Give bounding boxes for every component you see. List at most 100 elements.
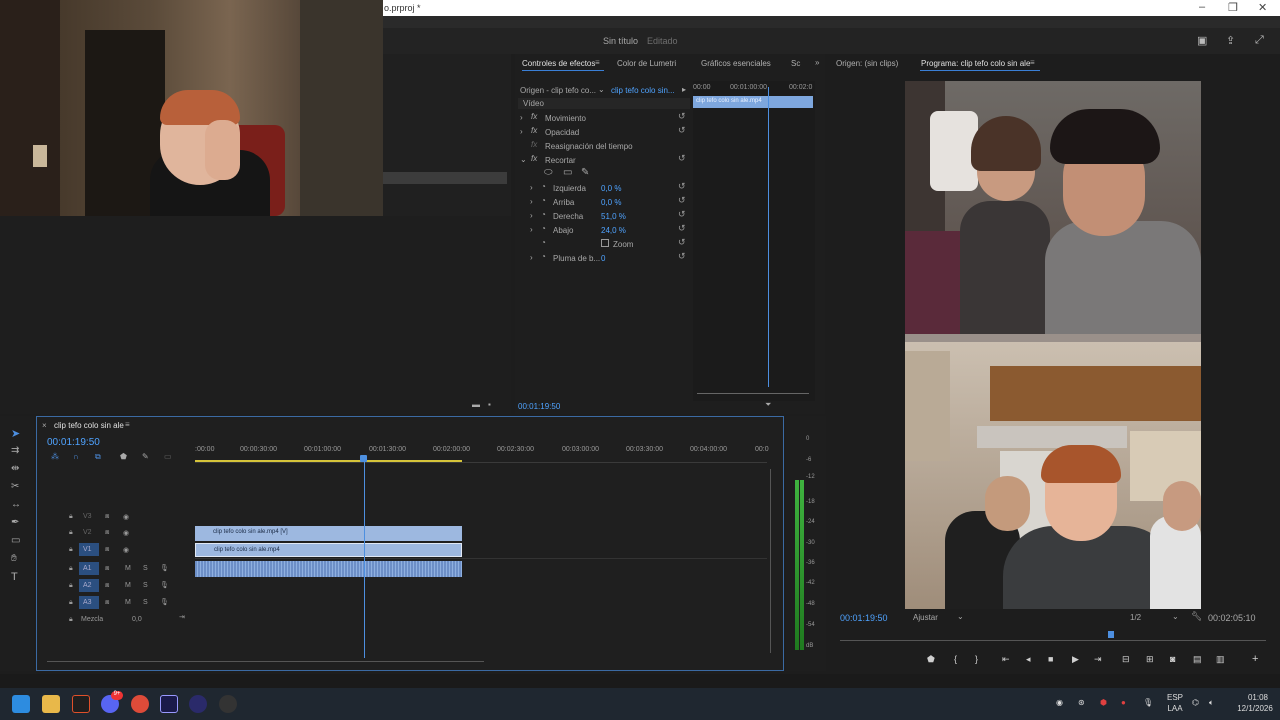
sync-lock-icon[interactable]: ⧈	[105, 546, 109, 554]
crop-right-value[interactable]: 51,0 %	[601, 212, 626, 221]
tray-icon[interactable]: ⬢	[1100, 698, 1107, 707]
effect-time-remap[interactable]: Reasignación del tiempo	[545, 142, 633, 151]
stopwatch-icon[interactable]: ◔	[541, 196, 546, 205]
nest-icon[interactable]: ⁂	[51, 452, 59, 461]
rect-mask-icon[interactable]: ▭	[563, 167, 572, 178]
track-select-icon[interactable]: ⇉	[11, 445, 19, 456]
file-explorer-icon[interactable]	[42, 695, 60, 713]
ripple-edit-icon[interactable]: ⇹	[11, 463, 19, 474]
solo-button[interactable]: S	[143, 599, 148, 606]
track-label-a3[interactable]: A3	[79, 596, 99, 609]
pen-tool-icon[interactable]: ✒	[11, 517, 19, 528]
add-marker-icon[interactable]: ⬟	[927, 654, 935, 665]
captions-icon[interactable]: ▭	[164, 452, 172, 461]
mic-icon[interactable]: 🎙︎	[160, 581, 169, 589]
expand-icon[interactable]: ›	[530, 225, 533, 234]
clip-a1[interactable]	[195, 561, 462, 577]
multicam-icon[interactable]: ▥	[1216, 654, 1225, 665]
mute-button[interactable]: M	[125, 582, 131, 589]
mini-clip[interactable]: clip tefo colo sin ale.mp4	[693, 96, 813, 108]
collapse-icon[interactable]: ⌄	[520, 155, 527, 164]
tab-lumetri[interactable]: Color de Lumetri	[617, 59, 676, 68]
mix-value[interactable]: 0,0	[132, 616, 142, 623]
network-icon[interactable]: ⌬	[1192, 698, 1199, 707]
crop-left-value[interactable]: 0,0 %	[601, 184, 621, 193]
tab-source-monitor[interactable]: Origen: (sin clips)	[836, 59, 898, 68]
chevron-down-icon[interactable]: ⌄	[1172, 612, 1179, 621]
crop-bottom-value[interactable]: 24,0 %	[601, 226, 626, 235]
play-icon[interactable]: ▸	[682, 85, 686, 94]
export-frame-icon[interactable]: ◙	[1170, 654, 1175, 664]
sync-lock-icon[interactable]: ⧈	[105, 582, 109, 590]
capture-app-icon[interactable]	[72, 695, 90, 713]
sync-lock-icon[interactable]: ⧈	[105, 513, 109, 521]
expand-icon[interactable]: ›	[520, 113, 523, 122]
mark-in-icon[interactable]: {	[954, 654, 957, 664]
go-to-end-icon[interactable]: ⇥	[179, 613, 185, 621]
playhead-line[interactable]	[364, 462, 365, 658]
maximize-icon[interactable]: ❐	[1228, 1, 1238, 14]
lock-icon[interactable]: 🔒︎	[69, 565, 73, 573]
wrench-icon[interactable]: ✎	[142, 452, 149, 461]
lock-icon[interactable]: 🔒︎	[69, 582, 73, 590]
pen-mask-icon[interactable]: ✎	[581, 167, 589, 178]
stopwatch-icon[interactable]: ◔	[541, 252, 546, 261]
solo-button[interactable]: S	[143, 582, 148, 589]
fit-dropdown[interactable]: Ajustar	[913, 613, 938, 622]
lock-icon[interactable]: 🔒︎	[69, 599, 73, 607]
reset-icon[interactable]: ↺	[678, 223, 686, 234]
track-label-a1[interactable]: A1	[79, 562, 99, 575]
wrench-icon[interactable]: 🔧︎	[1191, 611, 1202, 622]
type-tool-icon[interactable]: T	[11, 571, 18, 583]
feather-value[interactable]: 0	[601, 254, 605, 263]
program-timecode[interactable]: 00:01:19:50	[840, 613, 888, 623]
lift-icon[interactable]: ⊟	[1122, 654, 1130, 665]
expand-icon[interactable]: ›	[530, 197, 533, 206]
language-indicator-sub[interactable]: LAA	[1163, 704, 1187, 713]
folder-icon[interactable]: ▬	[472, 400, 480, 409]
lock-icon[interactable]: 🔒︎	[69, 513, 73, 521]
workspace-icon[interactable]: ▣	[1197, 34, 1207, 47]
extract-icon[interactable]: ⊞	[1146, 654, 1154, 665]
chrome-icon[interactable]	[131, 695, 149, 713]
panel-menu-icon[interactable]: ≡	[1030, 58, 1035, 67]
resolution-dropdown[interactable]: 1/2	[1130, 613, 1141, 622]
reset-icon[interactable]: ↺	[678, 181, 686, 192]
add-button-icon[interactable]: +	[1252, 653, 1258, 665]
obs-icon[interactable]	[189, 695, 207, 713]
go-to-in-icon[interactable]: ⇤	[1002, 654, 1010, 665]
expand-icon[interactable]: ›	[530, 183, 533, 192]
source-label[interactable]: Origen - clip tefo co...	[520, 86, 596, 95]
play-icon[interactable]: ▶	[1072, 654, 1079, 665]
clip-v2[interactable]: clip tefo colo sin ale.mp4 [V]	[195, 526, 462, 541]
filter-icon[interactable]: ⏷	[765, 400, 771, 410]
playhead-handle[interactable]	[360, 455, 367, 462]
scrubber-playhead[interactable]	[1108, 631, 1114, 638]
close-icon[interactable]: ✕	[1258, 1, 1267, 14]
sync-lock-icon[interactable]: ⧈	[105, 529, 109, 537]
expand-icon[interactable]: ›	[530, 253, 533, 262]
reset-icon[interactable]: ↺	[678, 195, 686, 206]
expand-icon[interactable]: ›	[520, 127, 523, 136]
go-to-out-icon[interactable]: ⇥	[1094, 654, 1102, 665]
clip-v1[interactable]: clip tefo colo sin ale.mp4	[195, 543, 462, 557]
reset-icon[interactable]: ↺	[678, 125, 686, 136]
tab-graphics[interactable]: Gráficos esenciales	[701, 59, 771, 68]
step-back-icon[interactable]: ◂	[1026, 654, 1031, 665]
clock-date[interactable]: 12/1/2026	[1232, 704, 1278, 713]
stopwatch-icon[interactable]: ◔	[541, 238, 546, 247]
eye-icon[interactable]: ◉	[123, 529, 129, 537]
slip-tool-icon[interactable]: ↔	[11, 499, 21, 510]
trash-icon[interactable]: ▪	[488, 400, 491, 409]
crop-top-value[interactable]: 0,0 %	[601, 198, 621, 207]
tray-icon[interactable]: ⊛	[1078, 698, 1085, 707]
clock-time[interactable]: 01:08	[1238, 693, 1278, 702]
sync-lock-icon[interactable]: ⧈	[105, 565, 109, 573]
settings-icon[interactable]	[219, 695, 237, 713]
mark-out-icon[interactable]: }	[975, 654, 978, 664]
panel-menu-icon[interactable]: ≡	[595, 58, 600, 67]
zoom-checkbox[interactable]	[601, 239, 609, 247]
panel-menu-icon[interactable]: ≡	[125, 420, 130, 429]
stopwatch-icon[interactable]: ◔	[541, 210, 546, 219]
eye-icon[interactable]: ◉	[123, 513, 129, 521]
